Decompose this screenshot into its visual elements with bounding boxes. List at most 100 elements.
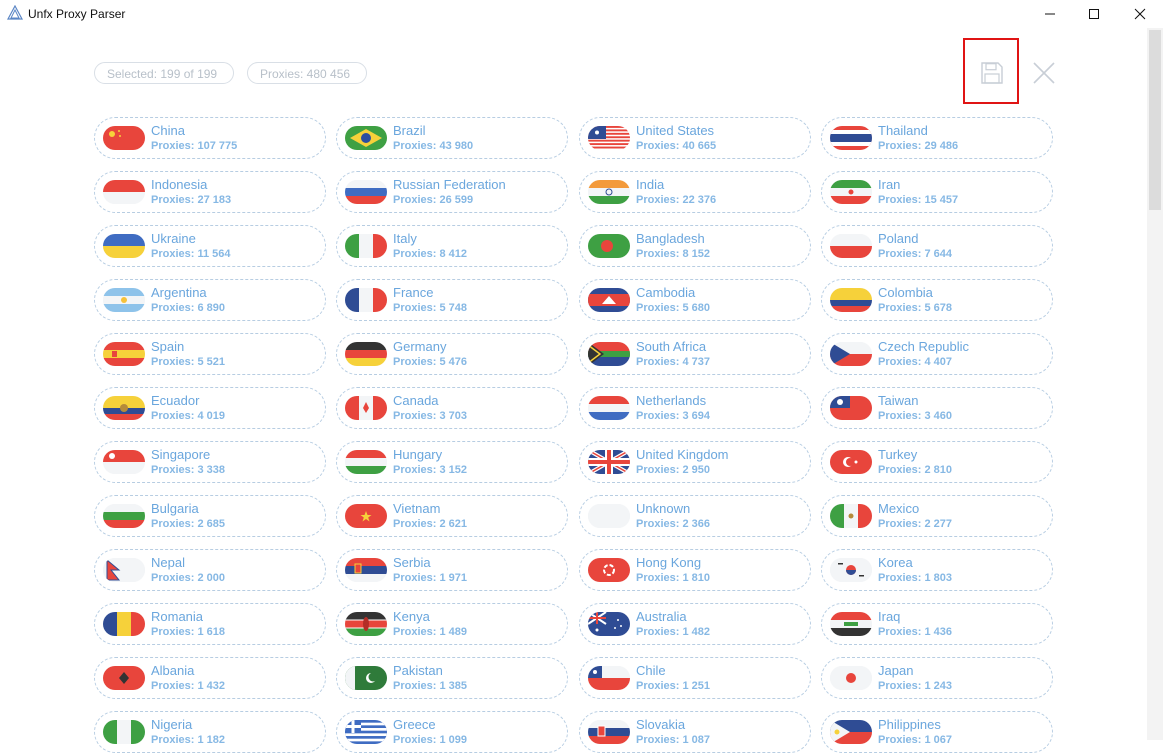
country-name: Colombia [878, 285, 933, 300]
country-card[interactable]: Netherlands Proxies: 3 694 [579, 387, 811, 429]
country-card[interactable]: Australia Proxies: 1 482 [579, 603, 811, 645]
country-card[interactable]: Bulgaria Proxies: 2 685 [94, 495, 326, 537]
window-close-button[interactable] [1117, 0, 1163, 28]
country-proxy-count: Proxies: 8 152 [636, 248, 710, 260]
country-card[interactable]: Unknown Proxies: 2 366 [579, 495, 811, 537]
country-card[interactable]: Pakistan Proxies: 1 385 [336, 657, 568, 699]
country-proxy-count: Proxies: 1 436 [878, 626, 952, 638]
bg-flag-icon [103, 504, 145, 528]
country-name: South Africa [636, 339, 707, 354]
country-card[interactable]: Iran Proxies: 15 457 [821, 171, 1053, 213]
country-proxy-count: Proxies: 1 971 [393, 572, 467, 584]
country-name: Bulgaria [151, 501, 199, 516]
country-card[interactable]: Taiwan Proxies: 3 460 [821, 387, 1053, 429]
country-card[interactable]: Nigeria Proxies: 1 182 [94, 711, 326, 753]
country-name: Canada [393, 393, 439, 408]
country-proxy-count: Proxies: 43 980 [393, 140, 474, 152]
selected-count-badge: Selected: 199 of 199 [94, 62, 234, 84]
country-card[interactable]: Bangladesh Proxies: 8 152 [579, 225, 811, 267]
country-proxy-count: Proxies: 40 665 [636, 140, 717, 152]
country-card[interactable]: Cambodia Proxies: 5 680 [579, 279, 811, 321]
co-flag-icon [830, 288, 872, 312]
country-name: Turkey [878, 447, 918, 462]
scrollbar-thumb[interactable] [1149, 30, 1161, 210]
country-card[interactable]: France Proxies: 5 748 [336, 279, 568, 321]
country-card[interactable]: Slovakia Proxies: 1 087 [579, 711, 811, 753]
country-card[interactable]: Japan Proxies: 1 243 [821, 657, 1053, 699]
es-flag-icon [103, 342, 145, 366]
country-card[interactable]: Thailand Proxies: 29 486 [821, 117, 1053, 159]
country-card[interactable]: Vietnam Proxies: 2 621 [336, 495, 568, 537]
country-name: Taiwan [878, 393, 919, 408]
country-card[interactable]: Greece Proxies: 1 099 [336, 711, 568, 753]
country-card[interactable]: Italy Proxies: 8 412 [336, 225, 568, 267]
country-proxy-count: Proxies: 5 678 [878, 302, 952, 314]
fr-flag-icon [345, 288, 387, 312]
title-bar: Unfx Proxy Parser [0, 0, 1163, 28]
maximize-button[interactable] [1071, 0, 1117, 28]
country-card[interactable]: Mexico Proxies: 2 277 [821, 495, 1053, 537]
country-proxy-count: Proxies: 1 803 [878, 572, 952, 584]
country-name: United Kingdom [636, 447, 729, 462]
proxies-count-badge: Proxies: 480 456 [247, 62, 367, 84]
close-panel-button[interactable] [1032, 61, 1056, 85]
country-proxy-count: Proxies: 2 277 [878, 518, 952, 530]
minimize-button[interactable] [1027, 0, 1073, 28]
in-flag-icon [588, 180, 630, 204]
pk-flag-icon [345, 666, 387, 690]
country-card[interactable]: Nepal Proxies: 2 000 [94, 549, 326, 591]
country-name: United States [636, 123, 715, 138]
country-name: Mexico [878, 501, 920, 516]
country-card[interactable]: Hungary Proxies: 3 152 [336, 441, 568, 483]
country-card[interactable]: Romania Proxies: 1 618 [94, 603, 326, 645]
country-proxy-count: Proxies: 4 019 [151, 410, 225, 422]
country-card[interactable]: United Kingdom Proxies: 2 950 [579, 441, 811, 483]
country-card[interactable]: Ecuador Proxies: 4 019 [94, 387, 326, 429]
save-button[interactable] [980, 61, 1004, 85]
country-name: Italy [393, 231, 417, 246]
country-card[interactable]: Philippines Proxies: 1 067 [821, 711, 1053, 753]
country-proxy-count: Proxies: 1 251 [636, 680, 710, 692]
country-card[interactable]: Poland Proxies: 7 644 [821, 225, 1053, 267]
country-card[interactable]: India Proxies: 22 376 [579, 171, 811, 213]
close-icon [1134, 8, 1146, 20]
country-name: Nigeria [151, 717, 193, 732]
country-card[interactable]: China Proxies: 107 775 [94, 117, 326, 159]
country-proxy-count: Proxies: 7 644 [878, 248, 952, 260]
pl-flag-icon [830, 234, 872, 258]
country-card[interactable]: Czech Republic Proxies: 4 407 [821, 333, 1053, 375]
it-flag-icon [345, 234, 387, 258]
hk-flag-icon [588, 558, 630, 582]
country-card[interactable]: Iraq Proxies: 1 436 [821, 603, 1053, 645]
country-card[interactable]: Ukraine Proxies: 11 564 [94, 225, 326, 267]
country-card[interactable]: Chile Proxies: 1 251 [579, 657, 811, 699]
country-proxy-count: Proxies: 2 685 [151, 518, 225, 530]
country-card[interactable]: Albania Proxies: 1 432 [94, 657, 326, 699]
country-card[interactable]: South Africa Proxies: 4 737 [579, 333, 811, 375]
country-card[interactable]: Singapore Proxies: 3 338 [94, 441, 326, 483]
country-card[interactable]: Spain Proxies: 5 521 [94, 333, 326, 375]
ng-flag-icon [103, 720, 145, 744]
country-card[interactable]: Korea Proxies: 1 803 [821, 549, 1053, 591]
country-card[interactable]: Kenya Proxies: 1 489 [336, 603, 568, 645]
country-card[interactable]: Brazil Proxies: 43 980 [336, 117, 568, 159]
country-card[interactable]: Colombia Proxies: 5 678 [821, 279, 1053, 321]
country-proxy-count: Proxies: 2 621 [393, 518, 467, 530]
country-card[interactable]: Russian Federation Proxies: 26 599 [336, 171, 568, 213]
country-proxy-count: Proxies: 1 243 [878, 680, 952, 692]
de-flag-icon [345, 342, 387, 366]
country-card[interactable]: Indonesia Proxies: 27 183 [94, 171, 326, 213]
country-name: Vietnam [393, 501, 441, 516]
ar-flag-icon [103, 288, 145, 312]
country-card[interactable]: United States Proxies: 40 665 [579, 117, 811, 159]
country-card[interactable]: Turkey Proxies: 2 810 [821, 441, 1053, 483]
country-name: France [393, 285, 434, 300]
country-proxy-count: Proxies: 1 067 [878, 734, 952, 746]
country-card[interactable]: Argentina Proxies: 6 890 [94, 279, 326, 321]
mx-flag-icon [830, 504, 872, 528]
country-card[interactable]: Germany Proxies: 5 476 [336, 333, 568, 375]
country-card[interactable]: Canada Proxies: 3 703 [336, 387, 568, 429]
country-card[interactable]: Serbia Proxies: 1 971 [336, 549, 568, 591]
th-flag-icon [830, 126, 872, 150]
country-card[interactable]: Hong Kong Proxies: 1 810 [579, 549, 811, 591]
